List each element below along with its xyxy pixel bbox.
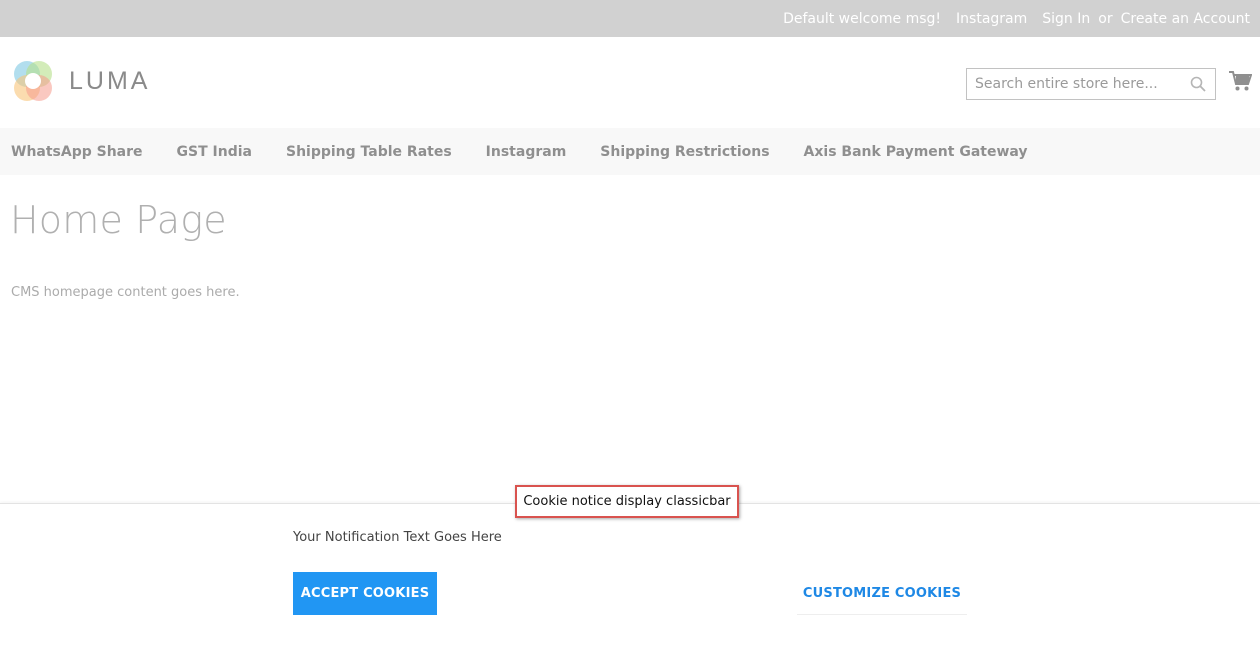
sign-in-link[interactable]: Sign In xyxy=(1042,11,1090,27)
luma-logo-icon xyxy=(11,59,55,103)
annotation-label: Cookie notice display classicbar xyxy=(515,485,739,518)
cart-icon[interactable] xyxy=(1228,70,1253,96)
cookie-notice-text: Your Notification Text Goes Here xyxy=(293,530,502,545)
page-title: Home Page xyxy=(10,198,227,242)
top-links: Default welcome msg! Instagram Sign In o… xyxy=(783,0,1250,37)
search-box xyxy=(966,68,1216,100)
store-logo[interactable]: LUMA xyxy=(11,59,150,103)
top-panel: Default welcome msg! Instagram Sign In o… xyxy=(0,0,1260,37)
nav-item-shipping-restrictions[interactable]: Shipping Restrictions xyxy=(600,144,769,160)
nav-item-axis-bank-payment-gateway[interactable]: Axis Bank Payment Gateway xyxy=(804,144,1028,160)
welcome-message: Default welcome msg! xyxy=(783,10,942,27)
customize-cookies-button[interactable]: CUSTOMIZE COOKIES xyxy=(797,572,967,615)
search-input[interactable] xyxy=(967,69,1182,99)
nav-item-shipping-table-rates[interactable]: Shipping Table Rates xyxy=(286,144,452,160)
accept-cookies-button[interactable]: ACCEPT COOKIES xyxy=(293,572,437,615)
nav-item-instagram[interactable]: Instagram xyxy=(486,144,567,160)
header: LUMA xyxy=(0,37,1260,128)
search-icon[interactable] xyxy=(1190,76,1206,96)
logo-text: LUMA xyxy=(69,66,151,95)
nav-item-gst-india[interactable]: GST India xyxy=(177,144,252,160)
nav-item-whatsapp-share[interactable]: WhatsApp Share xyxy=(11,144,143,160)
cookie-notice-bar: Your Notification Text Goes Here ACCEPT … xyxy=(0,503,1260,650)
create-account-link[interactable]: Create an Account xyxy=(1121,11,1250,27)
cms-content: CMS homepage content goes here. xyxy=(11,285,240,300)
main-navigation: WhatsApp Share GST India Shipping Table … xyxy=(0,128,1260,175)
or-separator: or xyxy=(1098,10,1113,27)
instagram-link[interactable]: Instagram xyxy=(956,11,1027,27)
